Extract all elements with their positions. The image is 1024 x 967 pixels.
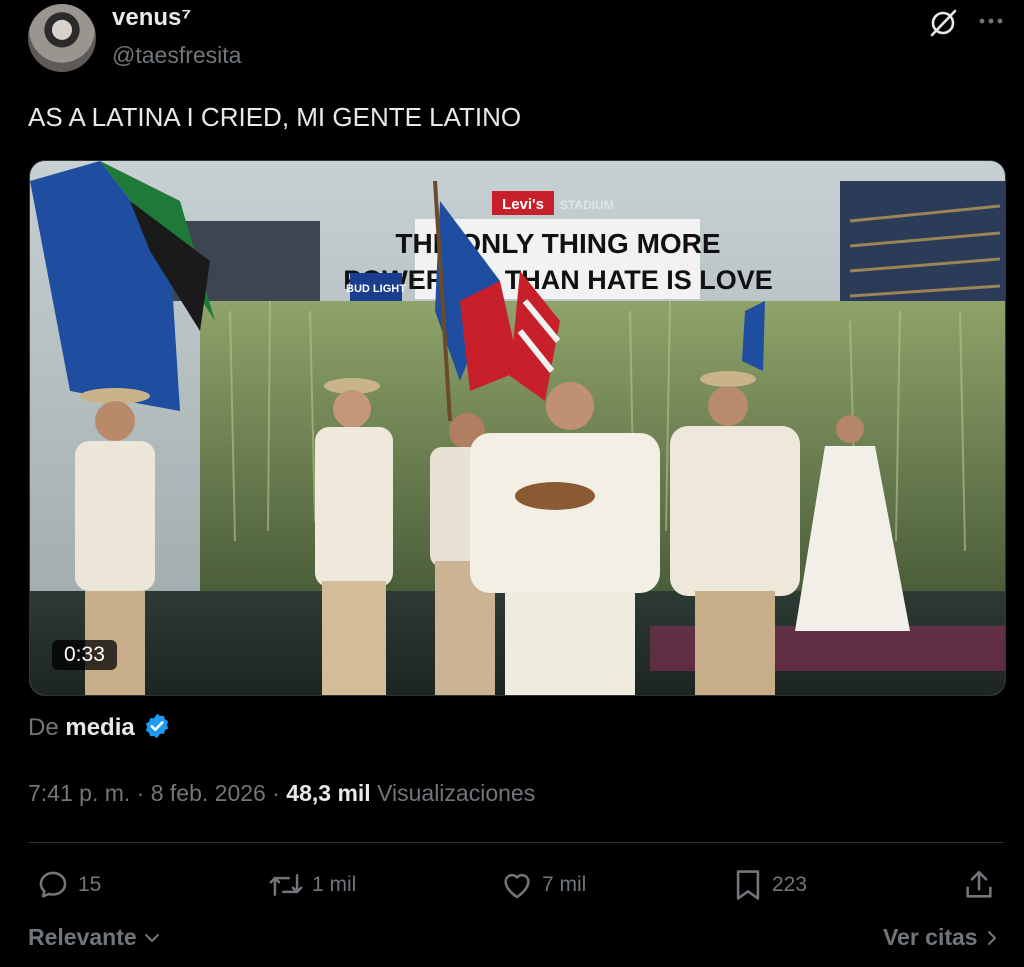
share-icon [962, 868, 996, 902]
bookmark-icon [732, 868, 764, 902]
like-count: 7 mil [542, 873, 587, 896]
tweet-time[interactable]: 7:41 p. m. [28, 780, 130, 806]
like-button[interactable]: 7 mil [500, 866, 586, 904]
video-frame: Levi's STADIUM THE ONLY THING MORE POWER… [30, 161, 1005, 695]
meta-separator: · [136, 780, 145, 806]
repost-button[interactable]: 1 mil [268, 866, 356, 904]
chevron-down-icon [143, 929, 161, 947]
quotes-label: Ver citas [882, 924, 978, 950]
source-prefix: De [28, 714, 59, 741]
small-sign: BUD LIGHT [346, 283, 406, 295]
video-player[interactable]: Levi's STADIUM THE ONLY THING MORE POWER… [29, 160, 1006, 696]
divider [28, 842, 1004, 843]
reply-button[interactable]: 15 [36, 866, 101, 904]
media-source[interactable]: De media [28, 712, 171, 742]
chevron-right-icon [984, 929, 1000, 947]
repost-icon [268, 868, 304, 902]
tweet-text: AS A LATINA I CRIED, MI GENTE LATINO [28, 102, 522, 132]
share-button[interactable] [962, 866, 996, 904]
view-quotes-link[interactable]: Ver citas [883, 924, 1000, 951]
verified-icon [143, 712, 171, 740]
views-count: 48,3 mil [286, 780, 371, 806]
heart-icon [500, 868, 534, 902]
tweet-meta: 7:41 p. m. · 8 feb. 2026 · 48,3 mil Visu… [28, 780, 535, 807]
sort-dropdown[interactable]: Relevante [28, 924, 161, 951]
views-label: Visualizaciones [377, 780, 536, 806]
more-options-icon[interactable] [976, 6, 1006, 36]
reply-icon [36, 868, 70, 902]
sort-label: Relevante [28, 924, 137, 950]
repost-count: 1 mil [312, 873, 357, 896]
meta-separator: · [272, 780, 280, 806]
grok-icon[interactable] [928, 8, 958, 38]
bookmark-button[interactable]: 223 [732, 866, 807, 904]
author-handle[interactable]: @taesfresita [112, 42, 241, 69]
video-duration: 0:33 [52, 640, 117, 670]
avatar[interactable] [28, 4, 96, 72]
sign-line-2: POWERFUL THAN HATE IS LOVE [343, 265, 773, 295]
sign-subtitle: STADIUM [560, 198, 614, 212]
sign-brand: Levi's [502, 196, 544, 213]
source-name[interactable]: media [65, 714, 134, 741]
author-display-name[interactable]: venus⁷ [112, 4, 191, 32]
bookmark-count: 223 [772, 873, 808, 896]
tweet-date[interactable]: 8 feb. 2026 [151, 780, 266, 806]
reply-count: 15 [78, 873, 102, 896]
